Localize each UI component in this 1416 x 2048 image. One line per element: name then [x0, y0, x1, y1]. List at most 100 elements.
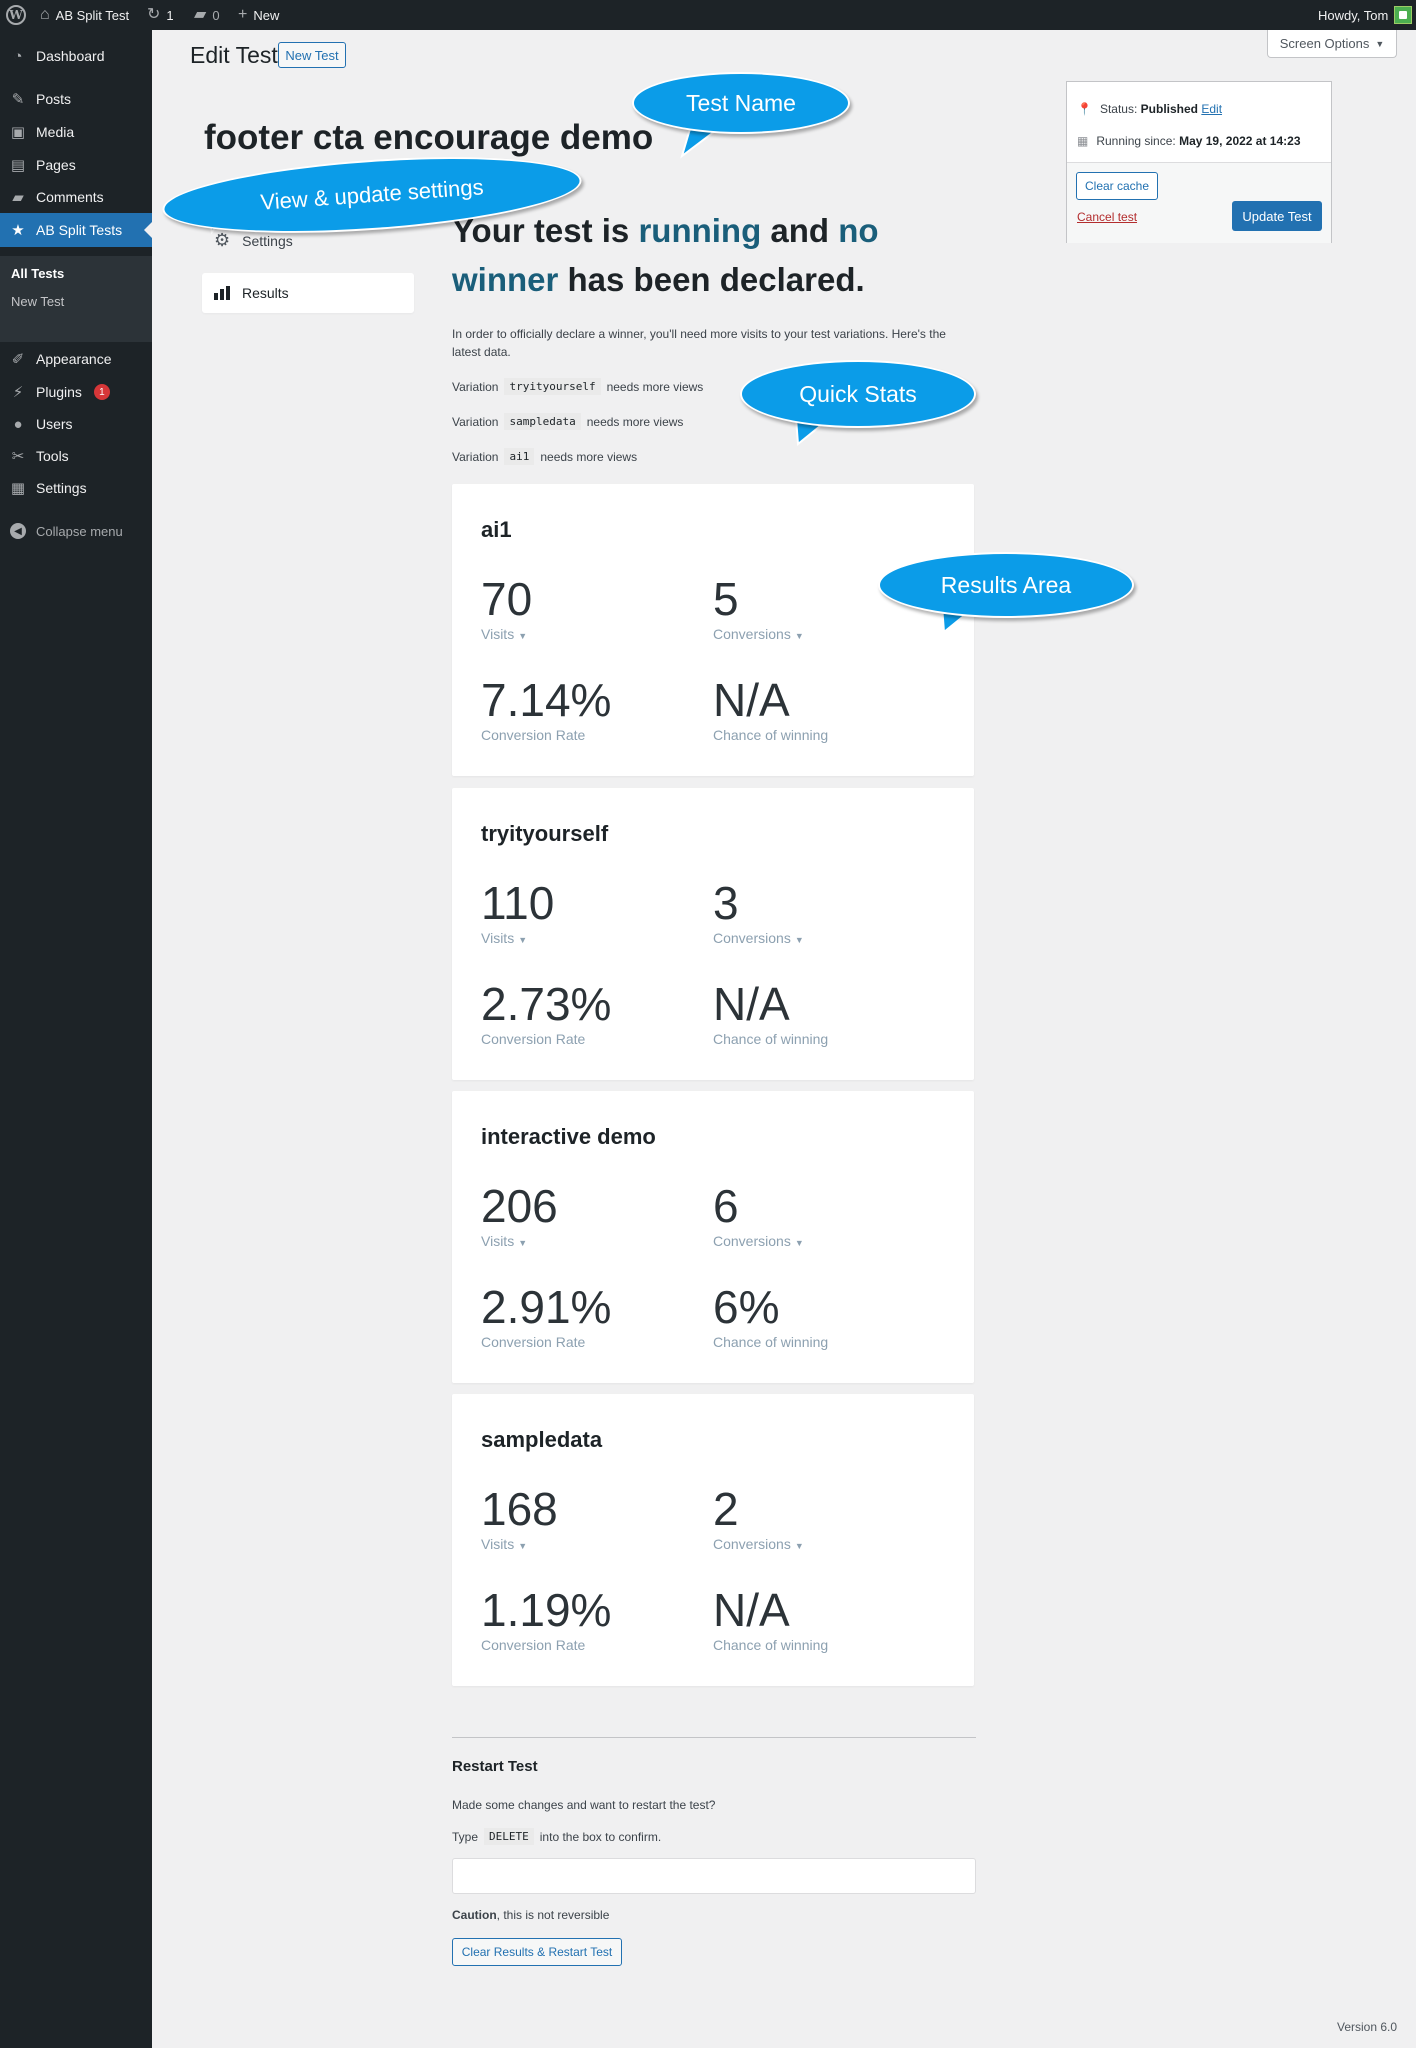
conversion-rate-label: Conversion Rate — [481, 1031, 586, 1047]
restart-instructions: Type DELETE into the box to confirm. — [452, 1828, 661, 1845]
submenu-item-all-tests[interactable]: All Tests — [11, 266, 64, 281]
visits-value: 168 — [481, 1483, 558, 1535]
dashboard-icon: ◔ — [13, 47, 23, 65]
sidebar-item-settings[interactable]: ▦ Settings — [0, 471, 152, 505]
clear-cache-button[interactable]: Clear cache — [1076, 172, 1158, 200]
brush-icon: ✐ — [11, 351, 25, 368]
conversions-label: Conversions — [713, 1233, 791, 1249]
screen-options-label: Screen Options — [1279, 36, 1370, 51]
comment-bubble-icon: ▰ — [194, 6, 207, 23]
quick-stat-suffix: needs more views — [586, 414, 684, 429]
conversion-rate-stat: 1.19% Conversion Rate — [481, 1585, 611, 1653]
conversions-value: 6 — [713, 1180, 739, 1232]
sidebar-item-label: Dashboard — [36, 48, 105, 64]
new-label: New — [253, 7, 280, 23]
status-row: 📍 Status: Published Edit — [1077, 102, 1222, 116]
sidebar-item-label: Plugins — [36, 384, 82, 400]
users-icon: ● — [13, 415, 23, 433]
sidebar-item-ab-split-tests[interactable]: ★ AB Split Tests — [0, 213, 152, 247]
chance-value: N/A — [713, 674, 790, 726]
media-icon: ▣ — [10, 124, 26, 141]
conversion-rate-label: Conversion Rate — [481, 1637, 586, 1653]
running-value: May 19, 2022 at 14:23 — [1179, 134, 1301, 148]
comments-icon: ▰ — [12, 189, 24, 206]
sidebar-item-label: Tools — [36, 448, 69, 464]
collapse-menu-button[interactable]: ◀ Collapse menu — [0, 514, 152, 548]
visits-stat: 70 Visits ▼ — [481, 574, 532, 642]
comments-link[interactable]: ▰ 0 — [194, 0, 220, 30]
result-card: tryityourself 110 Visits ▼ 3 Conversions ▼… — [452, 788, 974, 1080]
variation-name: interactive demo — [481, 1124, 656, 1149]
sidebar-item-tools[interactable]: ✂ Tools — [0, 439, 152, 473]
sidebar-item-pages[interactable]: ▤ Pages — [0, 148, 152, 182]
clear-results-restart-button[interactable]: Clear Results & Restart Test — [452, 1938, 622, 1966]
chance-label: Chance of winning — [713, 727, 829, 743]
caret-down-icon[interactable]: ▼ — [795, 935, 804, 945]
conversions-value: 5 — [713, 573, 739, 625]
visits-value: 206 — [481, 1180, 558, 1232]
wordpress-logo-button[interactable]: W — [6, 0, 26, 30]
caret-down-icon[interactable]: ▼ — [795, 1541, 804, 1551]
page-title: Edit Test — [190, 42, 278, 68]
site-name-link[interactable]: ⌂ AB Split Test — [40, 0, 129, 30]
chance-stat: N/A Chance of winning — [713, 675, 828, 743]
sidebar-item-plugins[interactable]: ⚡ Plugins 1 — [0, 375, 152, 409]
visits-label: Visits — [481, 1536, 515, 1552]
restart-confirm-input[interactable] — [452, 1858, 976, 1894]
status-label: Status: — [1099, 102, 1138, 116]
visits-value: 110 — [481, 877, 555, 929]
visits-label: Visits — [481, 626, 515, 642]
pages-icon: ▤ — [10, 157, 26, 174]
results-nav-label: Results — [242, 285, 289, 301]
edit-status-link[interactable]: Edit — [1201, 102, 1222, 116]
plug-icon: ⚡ — [12, 384, 24, 401]
pin-icon: ✎ — [11, 91, 25, 108]
visits-stat: 168 Visits ▼ — [481, 1484, 558, 1552]
conversions-stat: 6 Conversions ▼ — [713, 1181, 804, 1249]
headline-running: running — [638, 212, 762, 249]
caret-down-icon[interactable]: ▼ — [795, 631, 804, 641]
running-label: Running since: — [1096, 134, 1176, 148]
sidebar-item-dashboard[interactable]: ◔ Dashboard — [0, 39, 152, 73]
updates-icon: ↻ — [147, 6, 161, 23]
home-icon: ⌂ — [40, 6, 50, 23]
restart-test-heading: Restart Test — [452, 1758, 538, 1775]
caret-down-icon[interactable]: ▼ — [518, 935, 527, 945]
cancel-test-link[interactable]: Cancel test — [1077, 210, 1137, 224]
sidebar-item-appearance[interactable]: ✐ Appearance — [0, 342, 152, 376]
collapse-label: Collapse menu — [36, 523, 123, 539]
new-test-button[interactable]: New Test — [278, 42, 346, 68]
sidebar-item-comments[interactable]: ▰ Comments — [0, 180, 152, 214]
screen-options-button[interactable]: Screen Options ▼ — [1267, 30, 1397, 58]
annotation-results-area: Results Area — [878, 552, 1134, 618]
conversions-value: 3 — [713, 877, 739, 929]
visits-value: 70 — [481, 573, 533, 625]
delete-code: DELETE — [484, 1828, 534, 1845]
caution-bold: Caution — [452, 1908, 497, 1922]
sidebar-item-users[interactable]: ● Users — [0, 407, 152, 441]
caret-down-icon[interactable]: ▼ — [795, 1238, 804, 1248]
updates-count: 1 — [166, 7, 174, 23]
update-test-button[interactable]: Update Test — [1232, 201, 1322, 231]
submenu-item-new-test[interactable]: New Test — [11, 294, 64, 309]
sidebar-item-label: Posts — [36, 91, 72, 107]
settings-icon: ▦ — [10, 480, 26, 497]
caret-down-icon[interactable]: ▼ — [518, 631, 527, 641]
conversion-rate-label: Conversion Rate — [481, 1334, 586, 1350]
restart-question: Made some changes and want to restart th… — [452, 1798, 715, 1812]
caution-text: , this is not reversible — [496, 1908, 610, 1922]
instruction-prefix: Type — [452, 1829, 479, 1844]
caret-down-icon[interactable]: ▼ — [518, 1238, 527, 1248]
intro-text: In order to officially declare a winner,… — [452, 327, 946, 359]
sidebar-item-posts[interactable]: ✎ Posts — [0, 82, 152, 116]
chance-stat: N/A Chance of winning — [713, 1585, 828, 1653]
conversion-rate-stat: 2.73% Conversion Rate — [481, 979, 611, 1047]
account-menu[interactable]: Howdy, Tom — [1318, 0, 1413, 30]
sidebar-item-media[interactable]: ▣ Media — [0, 115, 152, 149]
updates-link[interactable]: ↻ 1 — [147, 0, 174, 30]
results-nav-item[interactable]: Results — [202, 273, 414, 313]
conversion-rate-value: 7.14% — [481, 674, 612, 726]
caret-down-icon[interactable]: ▼ — [518, 1541, 527, 1551]
result-card: interactive demo 206 Visits ▼ 6 Conversio… — [452, 1091, 974, 1383]
new-content-link[interactable]: + New — [238, 0, 279, 30]
